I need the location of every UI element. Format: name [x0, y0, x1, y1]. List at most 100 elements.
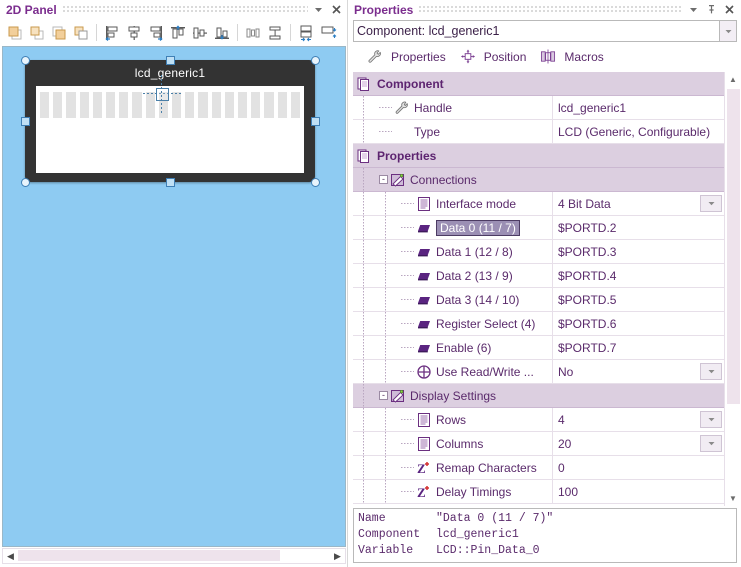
- tree-guide-line: [363, 432, 364, 455]
- property-value-cell[interactable]: 4 Bit Data: [553, 192, 700, 215]
- scroll-down-arrow-icon[interactable]: ▼: [726, 491, 741, 506]
- property-subgroup-row[interactable]: - Display Settings: [353, 384, 724, 408]
- tree-guide-line: [385, 192, 386, 215]
- resize-handle-middle-left[interactable]: [21, 117, 30, 126]
- send-backward-button[interactable]: [48, 22, 70, 44]
- grip-dots-icon[interactable]: [62, 5, 308, 14]
- bring-forward-button[interactable]: [26, 22, 48, 44]
- distribute-horizontal-button[interactable]: [242, 22, 264, 44]
- property-value-cell[interactable]: No: [553, 360, 700, 383]
- property-value-cell[interactable]: 100: [553, 480, 724, 503]
- send-to-back-button[interactable]: [70, 22, 92, 44]
- property-value-cell[interactable]: 20: [553, 432, 700, 455]
- hscroll-track[interactable]: [18, 549, 330, 563]
- make-same-width-button[interactable]: [295, 22, 317, 44]
- align-top-button[interactable]: [167, 22, 189, 44]
- property-row[interactable]: Z Delay Timings 100: [353, 480, 724, 504]
- tab-position[interactable]: Position: [455, 47, 532, 67]
- property-row[interactable]: Enable (6) $PORTD.7: [353, 336, 724, 360]
- tree-expander-toggle[interactable]: -: [379, 391, 388, 400]
- properties-titlebar: Properties: [348, 0, 741, 19]
- tree-guide-line: [385, 360, 386, 383]
- resize-handle-bottom-center[interactable]: [166, 178, 175, 187]
- resize-handle-top-center[interactable]: [166, 56, 175, 65]
- property-value-dropdown-icon[interactable]: [700, 363, 722, 380]
- tree-connector-dash: [401, 419, 414, 420]
- chevron-down-icon[interactable]: [686, 2, 701, 17]
- scroll-up-arrow-icon[interactable]: ▲: [726, 72, 741, 87]
- property-name-label: Data 0 (11 / 7): [436, 219, 520, 236]
- tree-guide-line: [385, 288, 386, 311]
- component-selector-input[interactable]: Component: lcd_generic1: [353, 20, 720, 42]
- info-line: Component lcd_generic1: [358, 527, 736, 543]
- component-selector-dropdown-icon[interactable]: [720, 20, 737, 42]
- tab-macros[interactable]: Macros: [535, 47, 608, 67]
- vscroll-thumb[interactable]: [726, 89, 740, 405]
- property-row[interactable]: Z Remap Characters 0: [353, 456, 724, 480]
- align-left-button[interactable]: [101, 22, 123, 44]
- tree-expander-toggle[interactable]: -: [379, 175, 388, 184]
- property-value-cell[interactable]: 0: [553, 456, 724, 479]
- property-row[interactable]: Rows 4: [353, 408, 724, 432]
- property-subgroup-row[interactable]: - Connections: [353, 168, 724, 192]
- property-value-cell[interactable]: $PORTD.6: [553, 312, 724, 335]
- property-value-cell[interactable]: $PORTD.3: [553, 240, 724, 263]
- vscroll-track[interactable]: [726, 87, 740, 491]
- align-bottom-button[interactable]: [211, 22, 233, 44]
- close-icon[interactable]: [329, 2, 344, 17]
- scroll-right-arrow-icon[interactable]: ▶: [330, 549, 345, 563]
- property-value-dropdown-icon[interactable]: [700, 411, 722, 428]
- property-group-row[interactable]: Properties: [353, 144, 724, 168]
- property-row[interactable]: Data 1 (12 / 8) $PORTD.3: [353, 240, 724, 264]
- grip-dots-icon[interactable]: [419, 5, 683, 14]
- align-right-button[interactable]: [145, 22, 167, 44]
- property-group-row[interactable]: Component: [353, 72, 724, 96]
- hscroll-thumb[interactable]: [18, 550, 281, 561]
- property-value-cell[interactable]: LCD (Generic, Configurable): [553, 120, 724, 143]
- resize-handle-middle-right[interactable]: [311, 117, 320, 126]
- properties-vertical-scrollbar[interactable]: ▲ ▼: [724, 72, 741, 506]
- close-icon[interactable]: [722, 2, 737, 17]
- property-row[interactable]: Use Read/Write ... No: [353, 360, 724, 384]
- align-center-horizontal-button[interactable]: [123, 22, 145, 44]
- 2d-panel-horizontal-scrollbar[interactable]: ◀ ▶: [2, 548, 346, 564]
- property-row[interactable]: Data 2 (13 / 9) $PORTD.4: [353, 264, 724, 288]
- chevron-down-icon[interactable]: [311, 2, 326, 17]
- property-value-cell[interactable]: 4: [553, 408, 700, 431]
- property-value-cell[interactable]: $PORTD.2: [553, 216, 724, 239]
- property-row[interactable]: Data 3 (14 / 10) $PORTD.5: [353, 288, 724, 312]
- resize-handle-bottom-right[interactable]: [311, 178, 320, 187]
- property-row[interactable]: Data 0 (11 / 7) $PORTD.2: [353, 216, 724, 240]
- info-line-key: Name: [358, 512, 386, 525]
- tree-guide-line: [363, 312, 364, 335]
- 2d-canvas[interactable]: lcd_generic1: [2, 46, 346, 547]
- list-icon: [416, 412, 432, 428]
- bring-to-front-button[interactable]: [4, 22, 26, 44]
- pin-icon[interactable]: [704, 2, 719, 17]
- property-row[interactable]: Type LCD (Generic, Configurable): [353, 120, 724, 144]
- tab-properties[interactable]: Properties: [362, 47, 451, 67]
- property-value-cell[interactable]: $PORTD.4: [553, 264, 724, 287]
- property-value-cell[interactable]: $PORTD.7: [553, 336, 724, 359]
- align-middle-button[interactable]: [189, 22, 211, 44]
- lcd-component[interactable]: lcd_generic1: [25, 60, 315, 182]
- property-value-dropdown-icon[interactable]: [700, 435, 722, 452]
- property-row[interactable]: Register Select (4) $PORTD.6: [353, 312, 724, 336]
- property-row[interactable]: Interface mode 4 Bit Data: [353, 192, 724, 216]
- tree-guide-line: [363, 408, 364, 431]
- lcd-cell: [198, 92, 208, 118]
- resize-handle-top-right[interactable]: [311, 56, 320, 65]
- lcd-screen: [36, 86, 304, 173]
- property-value-dropdown-icon[interactable]: [700, 195, 722, 212]
- property-row[interactable]: Handle lcd_generic1: [353, 96, 724, 120]
- property-name-cell: Handle: [353, 96, 553, 119]
- distribute-vertical-button[interactable]: [264, 22, 286, 44]
- resize-handle-bottom-left[interactable]: [21, 178, 30, 187]
- resize-handle-top-left[interactable]: [21, 56, 30, 65]
- make-same-height-button[interactable]: [317, 22, 339, 44]
- property-value-cell[interactable]: lcd_generic1: [553, 96, 724, 119]
- property-row[interactable]: Columns 20: [353, 432, 724, 456]
- scroll-left-arrow-icon[interactable]: ◀: [3, 549, 18, 563]
- property-value-cell[interactable]: $PORTD.5: [553, 288, 724, 311]
